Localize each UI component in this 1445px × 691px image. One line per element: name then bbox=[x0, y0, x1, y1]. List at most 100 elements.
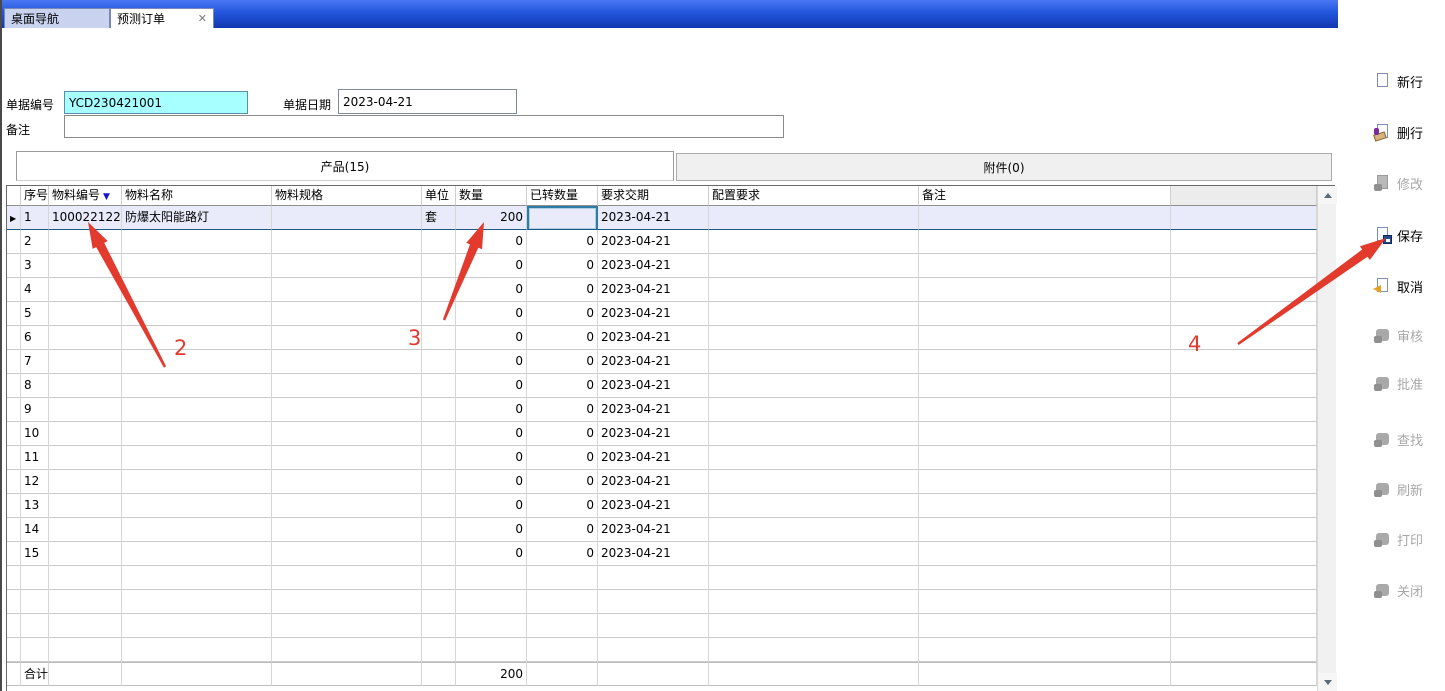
cell-remark[interactable] bbox=[919, 446, 1171, 470]
cell-unit[interactable] bbox=[422, 446, 456, 470]
remark-input[interactable] bbox=[64, 115, 784, 138]
cell-unit[interactable] bbox=[422, 302, 456, 326]
cell-code[interactable] bbox=[49, 494, 122, 518]
cell-unit[interactable] bbox=[422, 422, 456, 446]
table-row[interactable]: 9002023-04-21 bbox=[7, 398, 1317, 422]
cell-spec[interactable] bbox=[272, 398, 422, 422]
cell-date[interactable]: 2023-04-21 bbox=[598, 446, 709, 470]
cell-conv[interactable]: 0 bbox=[527, 398, 598, 422]
cell-spec[interactable] bbox=[272, 230, 422, 254]
cell-conv[interactable]: 0 bbox=[527, 302, 598, 326]
cell-name[interactable] bbox=[122, 374, 272, 398]
cell-remark[interactable] bbox=[919, 206, 1171, 230]
detail-tab-2[interactable]: 附件(0) bbox=[676, 153, 1332, 181]
cell-config[interactable] bbox=[709, 494, 919, 518]
cell-config[interactable] bbox=[709, 446, 919, 470]
cell-spec[interactable] bbox=[272, 326, 422, 350]
cell-date[interactable]: 2023-04-21 bbox=[598, 350, 709, 374]
audit-button[interactable]: 审核 bbox=[1374, 322, 1423, 348]
cell-seq[interactable]: 1 bbox=[21, 206, 49, 230]
cell-date[interactable]: 2023-04-21 bbox=[598, 494, 709, 518]
cell-code[interactable] bbox=[49, 230, 122, 254]
cell-date[interactable]: 2023-04-21 bbox=[598, 398, 709, 422]
find-button[interactable]: 查找 bbox=[1374, 426, 1423, 452]
cell-code[interactable] bbox=[49, 470, 122, 494]
table-row[interactable]: 5002023-04-21 bbox=[7, 302, 1317, 326]
cell-unit[interactable]: 套 bbox=[422, 206, 456, 230]
cell-config[interactable] bbox=[709, 422, 919, 446]
scrollbar-up-icon[interactable] bbox=[1318, 186, 1337, 204]
cell-unit[interactable] bbox=[422, 470, 456, 494]
top-tab-1[interactable]: 桌面导航 bbox=[4, 8, 110, 28]
cell-config[interactable] bbox=[709, 542, 919, 566]
cell-code[interactable] bbox=[49, 446, 122, 470]
cell-qty[interactable]: 0 bbox=[456, 494, 527, 518]
cell-date[interactable]: 2023-04-21 bbox=[598, 470, 709, 494]
cell-unit[interactable] bbox=[422, 278, 456, 302]
cell-name[interactable] bbox=[122, 254, 272, 278]
cell-remark[interactable] bbox=[919, 326, 1171, 350]
cell-remark[interactable] bbox=[919, 350, 1171, 374]
tab-close-icon[interactable]: ✕ bbox=[184, 12, 207, 25]
cell-unit[interactable] bbox=[422, 254, 456, 278]
cell-remark[interactable] bbox=[919, 230, 1171, 254]
cell-qty[interactable]: 0 bbox=[456, 302, 527, 326]
cell-config[interactable] bbox=[709, 398, 919, 422]
cell-code[interactable] bbox=[49, 422, 122, 446]
column-header-config[interactable]: 配置要求 bbox=[709, 186, 919, 206]
active-edit-cell[interactable] bbox=[527, 206, 598, 230]
cell-date[interactable]: 2023-04-21 bbox=[598, 206, 709, 230]
cell-seq[interactable]: 13 bbox=[21, 494, 49, 518]
cell-conv[interactable]: 0 bbox=[527, 350, 598, 374]
column-header-date[interactable]: 要求交期 bbox=[598, 186, 709, 206]
doc-date-input[interactable] bbox=[338, 89, 517, 114]
cell-remark[interactable] bbox=[919, 254, 1171, 278]
table-row[interactable]: 10002023-04-21 bbox=[7, 422, 1317, 446]
cell-name[interactable] bbox=[122, 422, 272, 446]
cell-qty[interactable]: 0 bbox=[456, 326, 527, 350]
cell-conv[interactable]: 0 bbox=[527, 542, 598, 566]
cell-seq[interactable]: 10 bbox=[21, 422, 49, 446]
vertical-scrollbar[interactable] bbox=[1317, 186, 1336, 691]
cell-spec[interactable] bbox=[272, 302, 422, 326]
column-header-code[interactable]: 物料编号▼ bbox=[49, 186, 122, 206]
cell-spec[interactable] bbox=[272, 254, 422, 278]
column-header-name[interactable]: 物料名称 bbox=[122, 186, 272, 206]
cell-name[interactable] bbox=[122, 302, 272, 326]
cell-date[interactable]: 2023-04-21 bbox=[598, 230, 709, 254]
cell-unit[interactable] bbox=[422, 350, 456, 374]
cell-spec[interactable] bbox=[272, 350, 422, 374]
column-header-seq[interactable]: 序号 bbox=[21, 186, 49, 206]
cell-conv[interactable]: 0 bbox=[527, 422, 598, 446]
cell-date[interactable]: 2023-04-21 bbox=[598, 326, 709, 350]
cell-name[interactable] bbox=[122, 230, 272, 254]
cell-remark[interactable] bbox=[919, 302, 1171, 326]
cell-code[interactable]: 1000221222 bbox=[49, 206, 122, 230]
cell-seq[interactable]: 15 bbox=[21, 542, 49, 566]
table-row[interactable]: 13002023-04-21 bbox=[7, 494, 1317, 518]
cell-qty[interactable]: 0 bbox=[456, 278, 527, 302]
cell-name[interactable] bbox=[122, 398, 272, 422]
cell-date[interactable]: 2023-04-21 bbox=[598, 542, 709, 566]
table-row[interactable]: 2002023-04-21 bbox=[7, 230, 1317, 254]
cell-name[interactable] bbox=[122, 446, 272, 470]
cell-spec[interactable] bbox=[272, 542, 422, 566]
cell-spec[interactable] bbox=[272, 374, 422, 398]
modify-button[interactable]: 修改 bbox=[1374, 170, 1423, 196]
cell-config[interactable] bbox=[709, 302, 919, 326]
delete-row-button[interactable]: 删行 bbox=[1374, 119, 1423, 145]
cell-config[interactable] bbox=[709, 470, 919, 494]
detail-tab-1[interactable]: 产品(15) bbox=[16, 151, 674, 181]
cell-conv[interactable]: 0 bbox=[527, 278, 598, 302]
column-header-unit[interactable]: 单位 bbox=[422, 186, 456, 206]
cell-code[interactable] bbox=[49, 542, 122, 566]
cell-config[interactable] bbox=[709, 326, 919, 350]
cell-conv[interactable]: 0 bbox=[527, 326, 598, 350]
cell-code[interactable] bbox=[49, 374, 122, 398]
cell-remark[interactable] bbox=[919, 494, 1171, 518]
cell-config[interactable] bbox=[709, 230, 919, 254]
cell-name[interactable] bbox=[122, 326, 272, 350]
cell-name[interactable]: 防爆太阳能路灯 bbox=[122, 206, 272, 230]
scrollbar-down-icon[interactable] bbox=[1318, 673, 1337, 691]
cell-code[interactable] bbox=[49, 278, 122, 302]
